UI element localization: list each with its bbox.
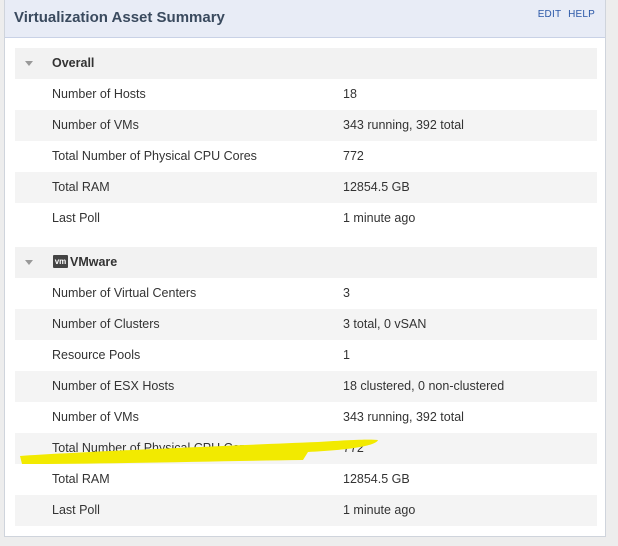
- table-row: Total Number of Physical CPU Cores 772: [15, 141, 597, 172]
- row-value: 772: [343, 149, 364, 163]
- row-label: Resource Pools: [52, 348, 141, 362]
- row-label: Total RAM: [52, 472, 110, 486]
- row-label: Number of VMs: [52, 118, 139, 132]
- table-row: Last Poll 1 minute ago: [15, 495, 597, 526]
- row-label: Total Number of Physical CPU Cores: [52, 149, 257, 163]
- table-row: Number of ESX Hosts 18 clustered, 0 non-…: [15, 371, 597, 402]
- table-row: Number of Virtual Centers 3: [15, 278, 597, 309]
- row-label: Number of VMs: [52, 410, 139, 424]
- table-row: Number of VMs 343 running, 392 total: [15, 402, 597, 433]
- row-label: Number of ESX Hosts: [52, 379, 175, 393]
- table-row: Number of Clusters 3 total, 0 vSAN: [15, 309, 597, 340]
- row-value: 1 minute ago: [343, 211, 416, 225]
- row-label: Last Poll: [52, 211, 100, 225]
- row-value: 3 total, 0 vSAN: [343, 317, 427, 331]
- row-value: 18: [343, 87, 357, 101]
- collapse-caret-icon[interactable]: [25, 260, 33, 265]
- table-row: Number of Hosts 18: [15, 79, 597, 110]
- vmware-logo-icon: vm: [53, 255, 68, 268]
- table-row: Total RAM 12854.5 GB: [15, 464, 597, 495]
- row-value: 3: [343, 286, 350, 300]
- row-label: Number of Virtual Centers: [52, 286, 197, 300]
- row-label: Total Number of Physical CPU Cores: [52, 441, 257, 455]
- row-value: 12854.5 GB: [343, 180, 410, 194]
- section-title: VMware: [70, 255, 118, 269]
- table-row: Last Poll 1 minute ago: [15, 203, 597, 234]
- row-value: 772: [343, 441, 364, 455]
- row-value: 343 running, 392 total: [343, 118, 464, 132]
- section-title: Overall: [52, 56, 95, 70]
- row-label: Total RAM: [52, 180, 110, 194]
- row-value: 1: [343, 348, 350, 362]
- row-value: 343 running, 392 total: [343, 410, 464, 424]
- row-value: 1 minute ago: [343, 503, 416, 517]
- table-row: Total Number of Physical CPU Cores 772: [15, 433, 597, 464]
- row-label: Number of Hosts: [52, 87, 146, 101]
- section-vmware-header[interactable]: vm VMware: [15, 247, 597, 278]
- help-link[interactable]: HELP: [568, 9, 595, 20]
- widget-header: Virtualization Asset Summary EDIT HELP: [5, 0, 605, 38]
- table-row: Number of VMs 343 running, 392 total: [15, 110, 597, 141]
- edit-link[interactable]: EDIT: [538, 9, 562, 20]
- collapse-caret-icon[interactable]: [25, 61, 33, 66]
- header-links: EDIT HELP: [534, 9, 595, 20]
- summary-table: Overall Number of Hosts 18 Number of VMs…: [15, 48, 597, 526]
- section-overall-header[interactable]: Overall: [15, 48, 597, 79]
- virtualization-asset-summary-widget: Virtualization Asset Summary EDIT HELP O…: [4, 0, 606, 537]
- widget-title: Virtualization Asset Summary: [14, 9, 225, 26]
- row-value: 12854.5 GB: [343, 472, 410, 486]
- row-label: Last Poll: [52, 503, 100, 517]
- table-row: Resource Pools 1: [15, 340, 597, 371]
- table-row: Total RAM 12854.5 GB: [15, 172, 597, 203]
- row-value: 18 clustered, 0 non-clustered: [343, 379, 505, 393]
- row-label: Number of Clusters: [52, 317, 160, 331]
